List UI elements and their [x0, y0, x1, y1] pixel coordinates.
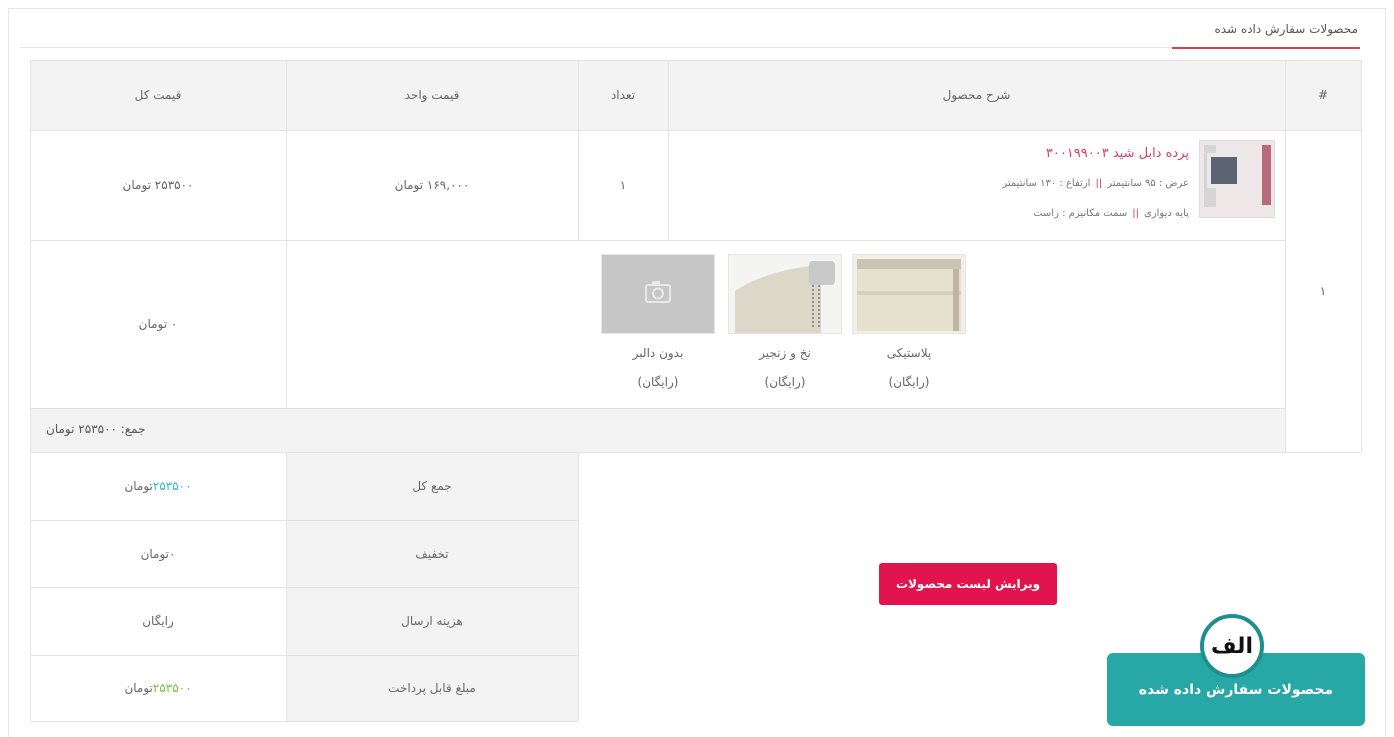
col-header-total: قیمت کل [30, 60, 286, 130]
attr-mechanism: سمت مکانیزم : راست [1033, 208, 1128, 219]
product-thumbnail[interactable] [1199, 140, 1275, 218]
option-image-plastic [852, 254, 966, 334]
product-name[interactable]: پرده دابل شید ۳۰۰۱۹۹۰۰۳ [1046, 146, 1189, 161]
option-price: (رایگان) [888, 375, 930, 389]
option-label: بدون دالبر [632, 346, 684, 360]
summary-value-unit: تومان [124, 681, 153, 695]
col-header-quantity: تعداد [578, 60, 668, 130]
col-header-index: # [1285, 60, 1361, 130]
summary-value-unit: تومان [140, 546, 169, 561]
title-underline [1172, 47, 1360, 49]
attr-mount: پایه دیواری [1144, 208, 1189, 219]
option-chain: نخ و زنجیر (رایگان) [728, 254, 842, 402]
summary-value-number: ۲۵۳۵۰۰ [152, 479, 192, 493]
summary-label-shipping: هزینه ارسال [286, 587, 578, 655]
option-image-placeholder [601, 254, 715, 334]
summary-value-shipping: رایگان [30, 587, 286, 655]
summary-label-payable: مبلغ قابل پرداخت [286, 655, 578, 721]
section-title: محصولات سفارش داده شده [1214, 22, 1358, 36]
option-price: (رایگان) [637, 375, 679, 389]
option-label: پلاستیکی [886, 346, 932, 360]
total-price: ۲۵۳۵۰۰ تومان [122, 178, 194, 192]
options-total: ۰ تومان [138, 317, 178, 331]
col-header-description: شرح محصول [668, 60, 1285, 130]
attr-width: عرض : ۹۵ سانتیمتر [1107, 178, 1189, 189]
option-image-chain [728, 254, 842, 334]
attr-separator: || [1132, 208, 1139, 219]
option-price: (رایگان) [764, 375, 806, 389]
badge-text: محصولات سفارش داده شده [1138, 682, 1334, 698]
product-attributes-1: عرض : ۹۵ سانتیمتر || ارتفاع : ۱۳۰ سانتیمتر [1002, 178, 1189, 189]
summary-value-unit: تومان [124, 479, 153, 493]
option-label: نخ و زنجیر [759, 346, 811, 360]
camera-icon [602, 255, 714, 333]
summary-value-total: ۲۵۳۵۰۰ تومان [30, 452, 286, 520]
summary-label-discount: تخفیف [286, 520, 578, 587]
subtotal-text: جمع: ۲۵۳۵۰۰ تومان [46, 422, 146, 436]
summary-value-payable: ۲۵۳۵۰۰ تومان [30, 655, 286, 721]
unit-price: ۱۶۹,۰۰۰ تومان [394, 178, 470, 192]
product-attributes-2: پایه دیواری || سمت مکانیزم : راست [1033, 208, 1189, 219]
attr-separator: || [1095, 178, 1103, 189]
col-header-unit-price: قیمت واحد [286, 60, 578, 130]
summary-value-number: ۰ [169, 546, 176, 561]
summary-value-discount: ۰ تومان [30, 520, 286, 587]
attr-height: ارتفاع : ۱۳۰ سانتیمتر [1002, 178, 1091, 189]
subtotal-row [30, 408, 1285, 452]
summary-value-number: ۲۵۳۵۰۰ [152, 681, 192, 695]
edit-products-button[interactable]: ویرایش لیست محصولات [879, 563, 1057, 605]
badge-letter: الف [1200, 614, 1264, 678]
product-description: پرده دابل شید ۳۰۰۱۹۹۰۰۳ عرض : ۹۵ سانتیمت… [668, 130, 1285, 240]
option-no-valance: بدون دالبر (رایگان) [601, 254, 715, 402]
option-plastic: پلاستیکی (رایگان) [852, 254, 966, 402]
row-number: ۱ [1319, 284, 1327, 298]
summary-label-total: جمع کل [286, 452, 578, 520]
quantity: ۱ [619, 178, 627, 192]
section-header: محصولات سفارش داده شده [20, 10, 1360, 49]
summary-value-number: رایگان [142, 614, 174, 628]
